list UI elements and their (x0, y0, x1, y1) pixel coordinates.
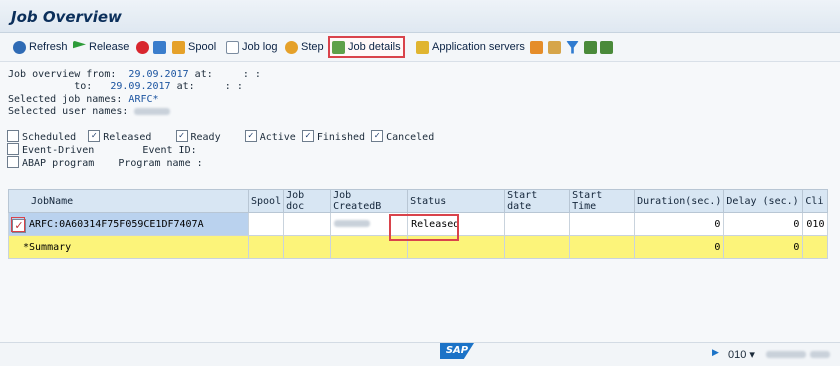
stop-button[interactable] (136, 38, 152, 56)
col-status[interactable]: Status (407, 189, 506, 213)
col-duration[interactable]: Duration(sec.) (634, 189, 725, 213)
col-delay[interactable]: Delay (sec.) (723, 189, 804, 213)
delete-button[interactable] (153, 38, 169, 56)
step-button[interactable]: Step (285, 38, 324, 56)
job-log-button[interactable]: Job log (226, 38, 277, 56)
toolbar: Refresh Release Spool Job log Step Job d… (0, 33, 840, 62)
filter-button[interactable] (566, 38, 582, 56)
canceled-checkbox[interactable]: ✓ (371, 130, 384, 142)
job-details-icon (332, 40, 345, 54)
summary-spool (247, 235, 285, 259)
flag-icon (73, 40, 86, 54)
summary-start-date (504, 235, 571, 259)
layout-icon (530, 40, 543, 54)
grid-icon (548, 40, 561, 54)
summary-start-time (569, 235, 636, 259)
log-icon (226, 40, 239, 54)
job-names-line: Selected job names: ARFC* (8, 94, 159, 105)
row-select-highlight (11, 217, 25, 232)
window-title: Job Overview (11, 8, 122, 26)
released-checkbox[interactable]: ✓ (88, 130, 101, 142)
title-bar: Job Overview (0, 0, 840, 33)
sort-descending-button[interactable] (600, 38, 616, 56)
filter-row-1: Scheduled ✓ Released ✓ Ready ✓ Active ✓ Fini… (7, 130, 434, 143)
ready-checkbox[interactable]: ✓ (175, 130, 188, 142)
event-driven-checkbox[interactable] (7, 143, 19, 155)
finished-checkbox[interactable]: ✓ (301, 130, 314, 142)
filter-row-2: Event-Driven Event ID: (7, 143, 197, 156)
from-line: Job overview from: 29.09.2017 at: : : (8, 69, 261, 80)
col-client[interactable]: Cli (802, 189, 829, 213)
stop-icon (136, 40, 149, 54)
to-line: to: 29.09.2017 at: : : (74, 81, 243, 92)
active-checkbox[interactable]: ✓ (244, 130, 257, 142)
client-cell: 010 (802, 212, 829, 236)
spool-icon (172, 40, 185, 54)
summary-job-doc (283, 235, 332, 259)
server-icon (416, 40, 429, 54)
duration-cell: 0 (634, 212, 725, 236)
delay-cell: 0 (723, 212, 804, 236)
col-start-date[interactable]: Start date (504, 189, 571, 213)
status-highlight (389, 214, 459, 241)
job-details-button[interactable]: Job details (328, 36, 405, 58)
grid-button[interactable] (548, 38, 564, 56)
scheduled-checkbox[interactable] (7, 130, 19, 142)
summary-duration: 0 (634, 235, 725, 259)
sort-descending-icon (600, 40, 613, 54)
redacted-user (134, 107, 171, 115)
summary-client (802, 235, 829, 259)
col-start-time[interactable]: Start Time (569, 189, 636, 213)
refresh-icon (13, 40, 26, 54)
col-job-doc[interactable]: Job doc (283, 189, 332, 213)
release-button[interactable]: Release (73, 38, 129, 56)
summary-label: *Summary (8, 235, 249, 259)
redacted-system (766, 351, 806, 358)
filter-icon (566, 40, 579, 54)
redacted-creator (334, 220, 371, 227)
application-servers-button[interactable]: Application servers (416, 38, 525, 56)
summary-delay: 0 (723, 235, 804, 259)
sort-ascending-button[interactable] (584, 38, 600, 56)
start-date-cell (504, 212, 571, 236)
job-name-cell[interactable]: ARFC:0A60314F75F059CE1DF7407A (8, 212, 249, 236)
spool-button[interactable]: Spool (172, 38, 216, 56)
trash-icon (153, 40, 166, 54)
start-time-cell (569, 212, 636, 236)
abap-program-checkbox[interactable] (7, 156, 19, 168)
job-doc-cell (283, 212, 332, 236)
sort-ascending-icon (584, 40, 597, 54)
col-jobname[interactable]: JobName (8, 189, 249, 213)
col-spool[interactable]: Spool (247, 189, 285, 213)
filter-row-3: ABAP program Program name : (7, 156, 203, 169)
step-icon (285, 40, 298, 54)
col-job-created-by[interactable]: Job CreatedB (330, 189, 409, 213)
user-names-line: Selected user names: (8, 106, 171, 117)
spool-cell (247, 212, 285, 236)
select-layout-button[interactable] (530, 38, 546, 56)
client-indicator[interactable]: 010 ▾ (728, 348, 755, 361)
redacted-host (810, 351, 830, 358)
table-header-row: JobName Spool Job doc Job CreatedB Statu… (8, 189, 829, 213)
play-icon[interactable]: ▶ (712, 348, 719, 358)
refresh-button[interactable]: Refresh (13, 38, 68, 56)
